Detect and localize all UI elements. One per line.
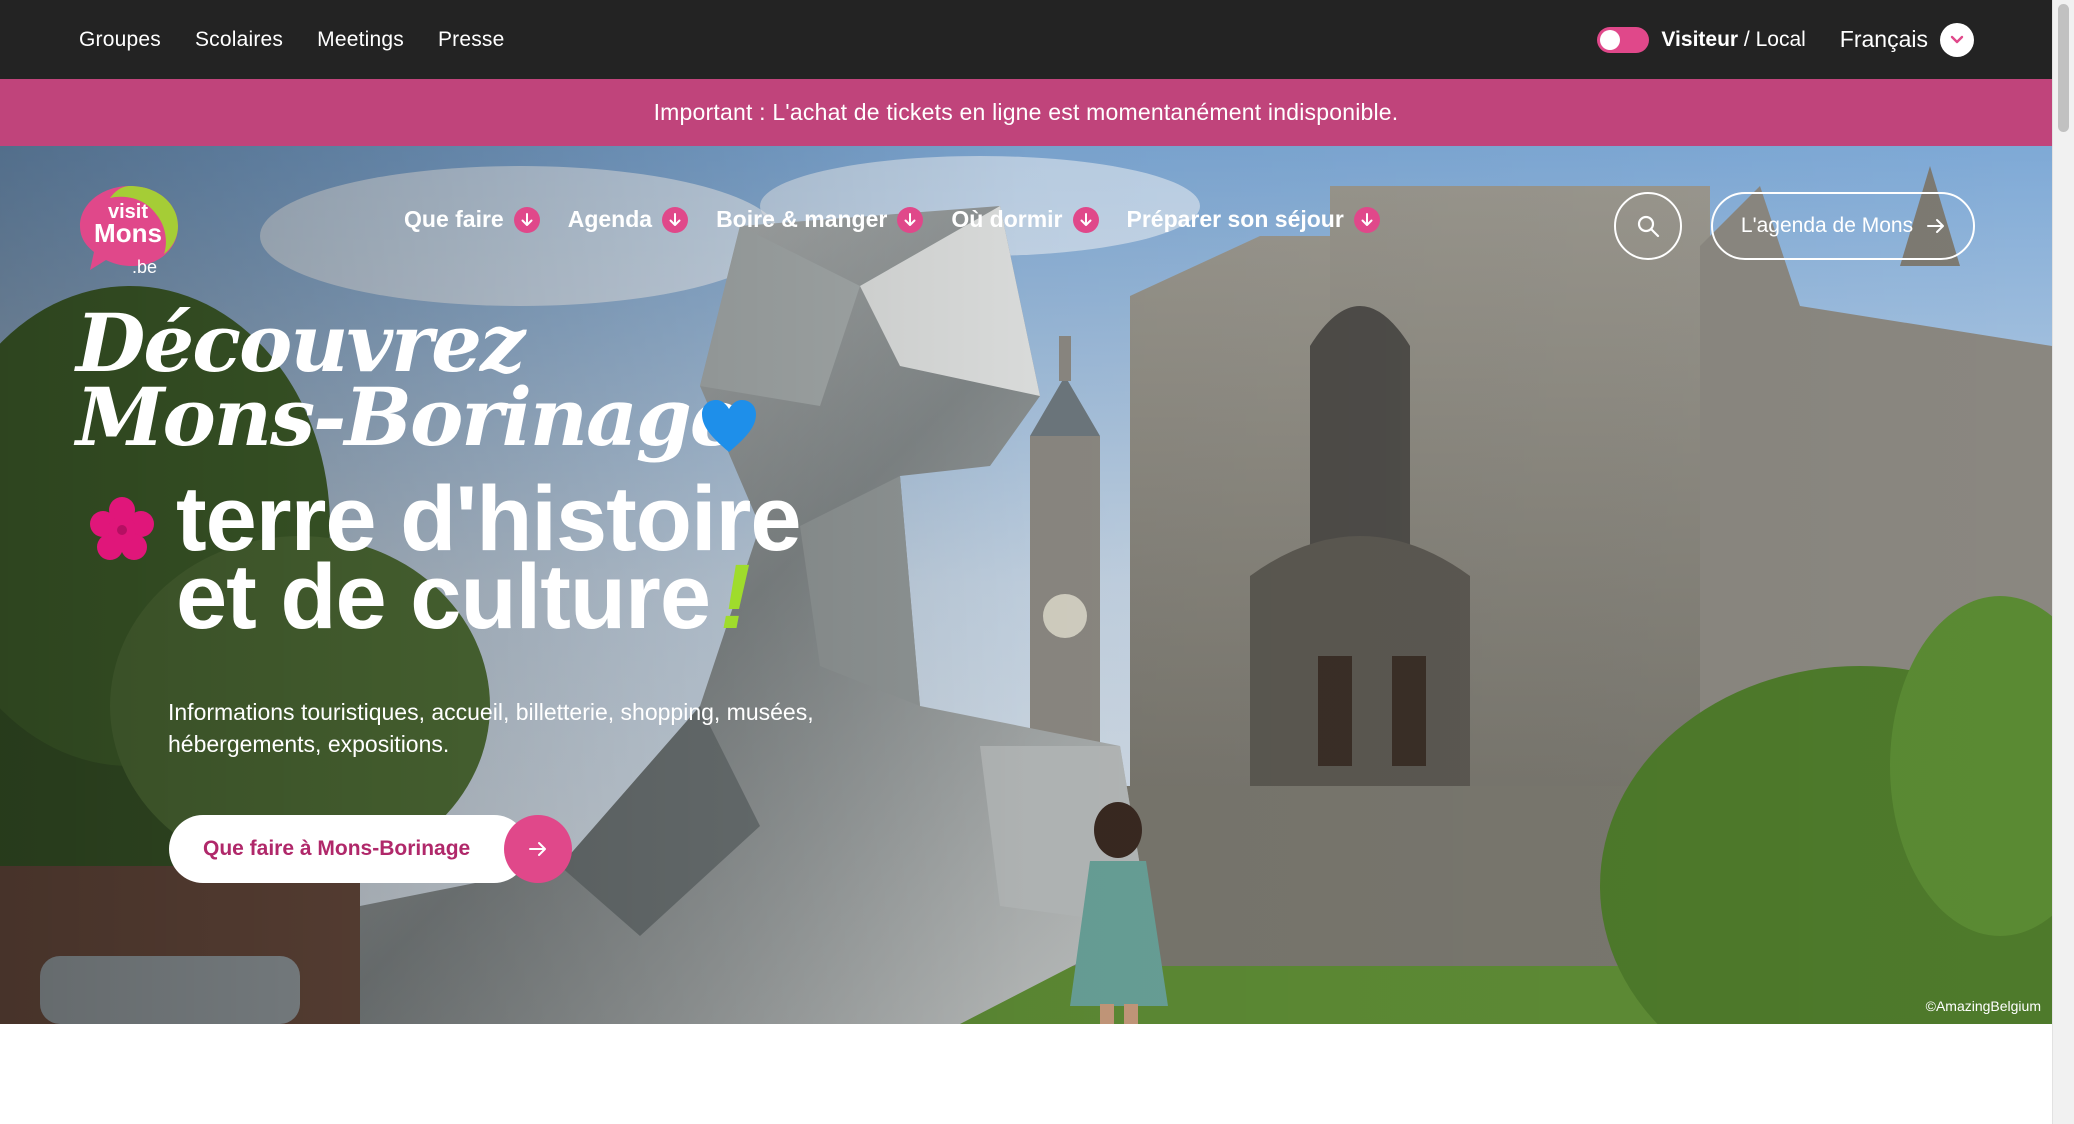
top-utility-bar: Groupes Scolaires Meetings Presse Visite… (0, 0, 2052, 79)
toggle-knob (1600, 29, 1621, 50)
arrow-down-icon (662, 206, 689, 233)
nav-item-agenda[interactable]: Agenda (567, 206, 689, 233)
nav-label: Boire & manger (716, 206, 888, 232)
utility-link-groupes[interactable]: Groupes (79, 28, 161, 52)
language-label: Français (1839, 26, 1928, 52)
utility-link-scolaires[interactable]: Scolaires (195, 28, 283, 52)
nav-label: Agenda (567, 206, 653, 232)
hero-script-title: Découvrez Mons-Borinage (76, 303, 741, 457)
arrow-down-icon (513, 206, 540, 233)
utility-link-meetings[interactable]: Meetings (317, 28, 404, 52)
mode-separator: / (1738, 27, 1756, 51)
agenda-button-label: L'agenda de Mons (1740, 214, 1914, 237)
nav-label: Où dormir (951, 206, 1063, 232)
search-icon (1637, 215, 1660, 238)
arrow-right-icon (504, 815, 573, 883)
nav-item-que-faire[interactable]: Que faire (404, 206, 540, 233)
photo-credit: ©AmazingBelgium (1925, 998, 2041, 1014)
que-faire-cta-button[interactable]: Que faire à Mons-Borinage (169, 815, 573, 883)
utility-nav: Groupes Scolaires Meetings Presse (79, 28, 505, 52)
scrollbar-thumb[interactable] (2058, 4, 2069, 132)
visitor-local-toggle[interactable] (1597, 26, 1650, 53)
flower-icon (90, 497, 154, 560)
utility-link-presse[interactable]: Presse (438, 28, 505, 52)
arrow-right-icon (1927, 219, 1945, 233)
hero-section: visit Mons .be Que faire Agenda Boire & … (0, 146, 2052, 1024)
arrow-down-icon (897, 206, 924, 233)
main-nav: Que faire Agenda Boire & manger Où dormi… (404, 206, 1380, 233)
arrow-down-icon (1353, 206, 1380, 233)
hero-tagline: terre d'histoire et de culture! (176, 473, 801, 643)
search-button[interactable] (1614, 192, 1682, 260)
nav-item-boire-manger[interactable]: Boire & manger (716, 206, 924, 233)
hero-exclamation: ! (720, 546, 751, 648)
nav-item-ou-dormir[interactable]: Où dormir (951, 206, 1099, 233)
hero-script-line2: Mons-Borinage (76, 370, 741, 464)
chevron-down-icon (1940, 22, 1974, 57)
agenda-de-mons-button[interactable]: L'agenda de Mons (1711, 192, 1975, 260)
visitmons-logo[interactable]: visit Mons .be (76, 180, 188, 276)
logo-mons: Mons (94, 218, 162, 248)
cta-label: Que faire à Mons-Borinage (169, 815, 529, 883)
mode-active: Visiteur (1661, 27, 1739, 51)
nav-label: Que faire (404, 206, 504, 232)
hero-tagline-line2: et de culture (176, 546, 711, 648)
nav-item-preparer-sejour[interactable]: Préparer son séjour (1127, 206, 1380, 233)
topbar-right: Visiteur / Local Français (1597, 22, 1974, 57)
mode-other: Local (1755, 27, 1806, 51)
arrow-down-icon (1072, 206, 1099, 233)
alert-banner: Important : L'achat de tickets en ligne … (0, 79, 2052, 146)
logo-be: .be (132, 257, 157, 276)
language-selector[interactable]: Français (1839, 22, 1974, 57)
alert-text: Important : L'achat de tickets en ligne … (653, 99, 1399, 125)
heart-icon (702, 400, 756, 452)
page-scrollbar[interactable] (2052, 0, 2074, 1124)
hero-description: Informations touristiques, accueil, bill… (168, 699, 814, 757)
mode-label[interactable]: Visiteur / Local (1661, 28, 1805, 52)
nav-label: Préparer son séjour (1126, 206, 1344, 232)
